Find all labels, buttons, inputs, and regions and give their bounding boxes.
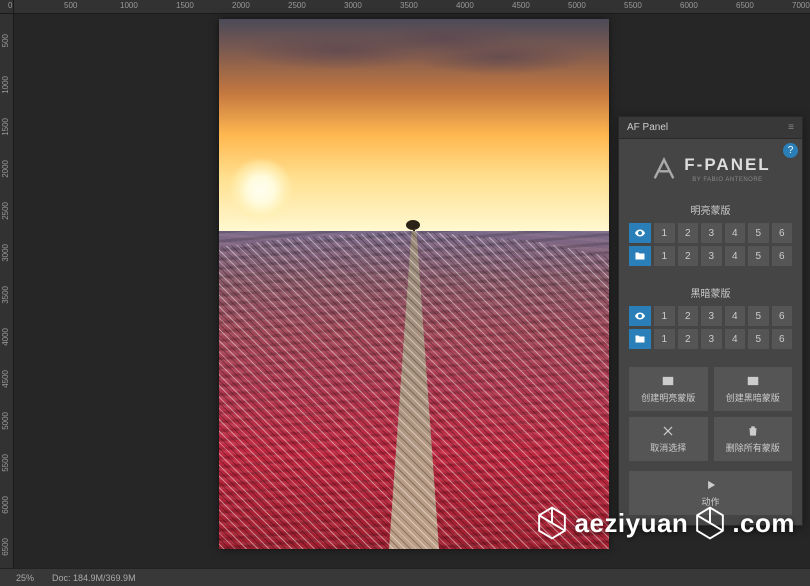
delete-all-label: 删除所有蒙版	[726, 441, 780, 454]
panel-tab[interactable]: AF Panel ≡	[619, 117, 802, 139]
deselect-button[interactable]: 取消选择	[629, 417, 708, 461]
dark-save-5[interactable]: 5	[748, 329, 769, 349]
light-save-5[interactable]: 5	[748, 246, 769, 266]
light-save-4[interactable]: 4	[725, 246, 746, 266]
folder-icon[interactable]	[629, 246, 651, 266]
section-light-title: 明亮蒙版	[629, 202, 792, 217]
folder-icon[interactable]	[629, 329, 651, 349]
watermark: aeziyuan .com	[536, 505, 795, 541]
create-dark-mask-button[interactable]: 创建黑暗蒙版	[714, 367, 793, 411]
watermark-text2: .com	[732, 508, 795, 539]
dark-save-1[interactable]: 1	[654, 329, 675, 349]
light-save-3[interactable]: 3	[701, 246, 722, 266]
visibility-icon[interactable]	[629, 223, 651, 243]
dark-save-6[interactable]: 6	[772, 329, 793, 349]
delete-all-masks-button[interactable]: 删除所有蒙版	[714, 417, 793, 461]
light-level-1[interactable]: 1	[654, 223, 675, 243]
watermark-logo-icon	[536, 505, 568, 541]
light-save-1[interactable]: 1	[654, 246, 675, 266]
ruler-vertical: 5001000150020002500300035004000450050005…	[0, 14, 14, 586]
section-dark-masks: 黑暗蒙版 1 2 3 4 5 6 1 2 3 4 5 6	[619, 278, 802, 361]
create-light-mask-button[interactable]: 创建明亮蒙版	[629, 367, 708, 411]
ruler-horizontal: 0500100015002000250030003500400045005000…	[14, 0, 810, 14]
brand-name: F-PANEL	[684, 155, 770, 175]
light-save-2[interactable]: 2	[678, 246, 699, 266]
dark-level-5[interactable]: 5	[748, 306, 769, 326]
light-level-4[interactable]: 4	[725, 223, 746, 243]
dark-level-3[interactable]: 3	[701, 306, 722, 326]
dark-save-3[interactable]: 3	[701, 329, 722, 349]
brand-subtitle: BY FABIO ANTENORE	[684, 177, 770, 183]
watermark-text1: aeziyuan	[574, 508, 688, 539]
deselect-label: 取消选择	[650, 441, 686, 454]
panel-tab-label: AF Panel	[627, 122, 668, 133]
watermark-logo-icon	[694, 505, 726, 541]
light-level-3[interactable]: 3	[701, 223, 722, 243]
brand-logo-icon	[650, 155, 678, 183]
selection-marching-ants	[219, 231, 609, 549]
dark-save-2[interactable]: 2	[678, 329, 699, 349]
visibility-icon[interactable]	[629, 306, 651, 326]
light-level-5[interactable]: 5	[748, 223, 769, 243]
af-panel: AF Panel ≡ ? F-PANEL BY FABIO ANTENORE 明…	[618, 116, 803, 526]
light-save-6[interactable]: 6	[772, 246, 793, 266]
zoom-level[interactable]: 25%	[16, 573, 34, 583]
create-light-label: 创建明亮蒙版	[641, 391, 695, 404]
create-dark-label: 创建黑暗蒙版	[726, 391, 780, 404]
section-light-masks: 明亮蒙版 1 2 3 4 5 6 1 2 3 4 5 6	[619, 195, 802, 278]
dark-level-1[interactable]: 1	[654, 306, 675, 326]
status-bar: 25% Doc: 184.9M/369.9M	[0, 568, 810, 586]
doc-info: Doc: 184.9M/369.9M	[52, 573, 136, 583]
dark-level-2[interactable]: 2	[678, 306, 699, 326]
panel-menu-icon[interactable]: ≡	[788, 122, 794, 133]
section-dark-title: 黑暗蒙版	[629, 285, 792, 300]
panel-header: ? F-PANEL BY FABIO ANTENORE	[619, 139, 802, 195]
dark-level-6[interactable]: 6	[772, 306, 793, 326]
help-icon[interactable]: ?	[783, 143, 798, 158]
dark-save-4[interactable]: 4	[725, 329, 746, 349]
image-sky	[219, 19, 609, 231]
light-level-6[interactable]: 6	[772, 223, 793, 243]
light-level-2[interactable]: 2	[678, 223, 699, 243]
dark-level-4[interactable]: 4	[725, 306, 746, 326]
document[interactable]	[219, 19, 609, 549]
